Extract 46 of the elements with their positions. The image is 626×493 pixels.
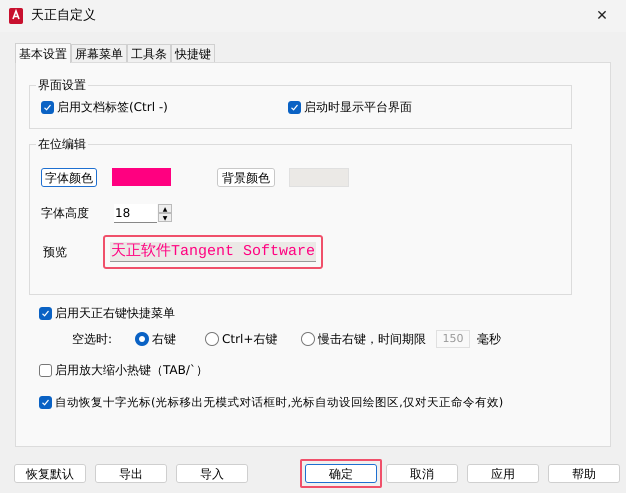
checkbox-label: 启用文档标签(Ctrl -) [57,99,168,116]
checkbox[interactable] [41,100,54,114]
checkmark-icon [290,102,299,112]
dialog-button[interactable]: 帮助 [548,464,620,483]
field-label: 预览 [42,244,68,261]
group-title: 界面设置 [36,77,88,93]
dialog-button[interactable]: 应用 [467,464,539,483]
group-title: 在位编辑 [36,136,88,152]
tab[interactable]: 工具条 [127,44,171,62]
dialog-button[interactable]: 导出 [95,464,167,483]
checkmark-icon [41,308,50,318]
unit-label: 毫秒 [477,331,501,348]
checkbox-label: 启用放大缩小热键（TAB/`） [55,362,208,379]
checkbox-label: 启用天正右键快捷菜单 [55,305,175,322]
checkbox[interactable] [39,396,52,410]
field-label: 字体高度 [41,205,90,222]
color-swatch[interactable] [112,168,171,186]
dialog-button[interactable]: 取消 [386,464,458,483]
font-color-button[interactable]: 字体颜色 [41,168,97,186]
checkbox[interactable] [288,100,301,114]
color-swatch[interactable] [289,168,349,186]
radio-label: 右键 [152,331,176,348]
checkbox[interactable] [39,306,52,320]
checkbox-label: 启动时显示平台界面 [304,99,412,116]
radio-label: 慢击右键，时间期限 [318,331,426,348]
radio-button[interactable] [135,332,149,346]
window-title: 天正自定义 [31,7,96,26]
background-color-button[interactable]: 背景颜色 [217,168,275,186]
tab[interactable]: 基本设置 [15,43,71,63]
app-logo-icon [9,8,23,24]
close-button[interactable]: ✕ [587,6,617,26]
tab[interactable]: 快捷键 [171,44,215,62]
checkbox[interactable] [39,364,52,376]
number-field[interactable]: 18 [114,204,157,222]
dialog-button[interactable]: 恢复默认 [14,464,86,483]
dialog-button[interactable]: 确定 [305,464,377,483]
field-label: 空选时: [72,331,114,348]
dialog-button[interactable]: 导入 [176,464,248,483]
checkbox-label: 自动恢复十字光标(光标移出无模式对话框时,光标自动设回绘图区,仅对天正命令有效) [55,394,504,411]
radio-label: Ctrl+右键 [222,331,278,348]
radio-button[interactable] [301,332,315,346]
checkmark-icon [43,102,52,112]
tab[interactable]: 屏幕菜单 [71,44,127,62]
preview-text: 天正软件Tangent Software [110,242,316,262]
checkmark-icon [41,398,50,408]
radio-button[interactable] [205,332,219,346]
